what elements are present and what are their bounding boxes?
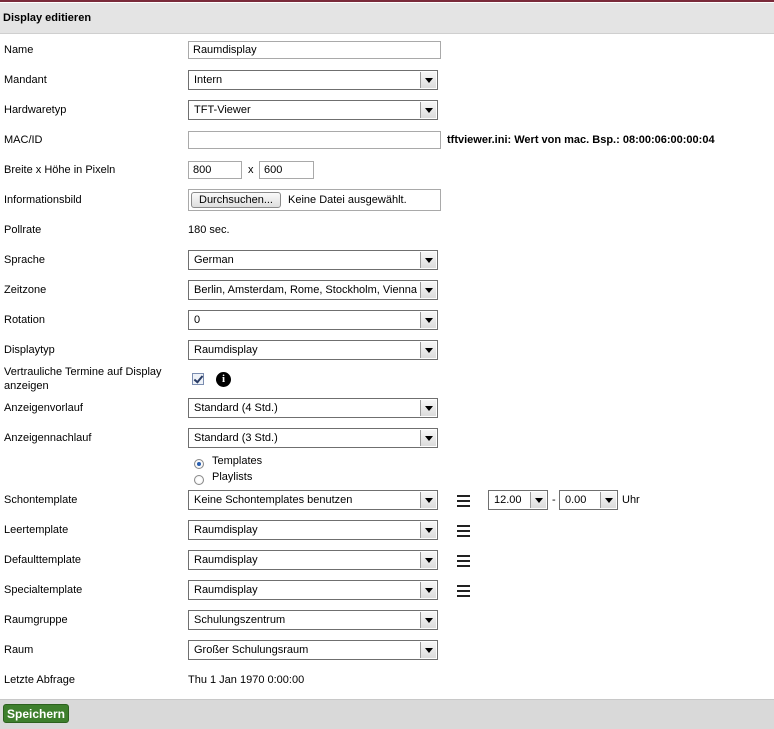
info-image-label: Informationsbild bbox=[4, 194, 82, 206]
mac-label: MAC/ID bbox=[4, 134, 43, 146]
specialtemplate-label: Specialtemplate bbox=[4, 584, 83, 596]
anzeigenvorlauf-select[interactable]: Standard (4 Std.) bbox=[188, 398, 438, 418]
schontemplate-value: Keine Schontemplates benutzen bbox=[194, 494, 353, 506]
browse-button[interactable]: Durchsuchen... bbox=[191, 192, 281, 208]
anzeigenvorlauf-label: Anzeigenvorlauf bbox=[4, 402, 83, 414]
raumgruppe-label: Raumgruppe bbox=[4, 614, 68, 626]
anzeigennachlauf-value: Standard (3 Std.) bbox=[194, 432, 278, 444]
schontemplate-to-select[interactable]: 0.00 bbox=[559, 490, 618, 510]
schontemplate-label: Schontemplate bbox=[4, 494, 78, 506]
file-input: Durchsuchen... Keine Datei ausgewählt. bbox=[188, 189, 441, 211]
pollrate-value: 180 sec. bbox=[188, 224, 230, 236]
specialtemplate-select[interactable]: Raumdisplay bbox=[188, 580, 438, 600]
list-icon[interactable] bbox=[457, 525, 470, 537]
panel-header: Display editieren bbox=[0, 3, 774, 34]
letzte-abfrage-value: Thu 1 Jan 1970 0:00:00 bbox=[188, 674, 305, 686]
time-range-dash: - bbox=[552, 494, 556, 506]
leertemplate-select[interactable]: Raumdisplay bbox=[188, 520, 438, 540]
schontemplate-from-value: 12.00 bbox=[494, 494, 522, 506]
radio-playlists-label: Playlists bbox=[212, 471, 253, 483]
chevron-down-icon bbox=[420, 522, 436, 538]
anzeigenvorlauf-value: Standard (4 Std.) bbox=[194, 402, 278, 414]
sprache-select[interactable]: German bbox=[188, 250, 438, 270]
chevron-down-icon bbox=[420, 312, 436, 328]
hardwaretyp-value: TFT-Viewer bbox=[194, 104, 251, 116]
mac-hint: tftviewer.ini: Wert von mac. Bsp.: 08:00… bbox=[447, 134, 715, 146]
sprache-value: German bbox=[194, 254, 234, 266]
chevron-down-icon bbox=[420, 582, 436, 598]
sprache-label: Sprache bbox=[4, 254, 45, 266]
pollrate-label: Pollrate bbox=[4, 224, 42, 236]
hardwaretyp-select[interactable]: TFT-Viewer bbox=[188, 100, 438, 120]
zeitzone-value: Berlin, Amsterdam, Rome, Stockholm, Vien… bbox=[194, 284, 417, 296]
zeitzone-label: Zeitzone bbox=[4, 284, 47, 296]
save-button[interactable]: Speichern bbox=[3, 704, 69, 723]
raumgruppe-value: Schulungszentrum bbox=[194, 614, 286, 626]
list-icon[interactable] bbox=[457, 585, 470, 597]
chevron-down-icon bbox=[420, 552, 436, 568]
mac-input[interactable] bbox=[188, 131, 441, 149]
leertemplate-value: Raumdisplay bbox=[194, 524, 258, 536]
chevron-down-icon bbox=[420, 72, 436, 88]
chevron-down-icon bbox=[420, 342, 436, 358]
schontemplate-select[interactable]: Keine Schontemplates benutzen bbox=[188, 490, 438, 510]
raum-select[interactable]: Großer Schulungsraum bbox=[188, 640, 438, 660]
chevron-down-icon bbox=[600, 492, 616, 508]
displaytyp-select[interactable]: Raumdisplay bbox=[188, 340, 438, 360]
form-footer: Speichern bbox=[0, 699, 774, 729]
chevron-down-icon bbox=[420, 642, 436, 658]
vertraulich-label-line2: anzeigen bbox=[4, 380, 49, 392]
chevron-down-icon bbox=[420, 282, 436, 298]
defaulttemplate-label: Defaulttemplate bbox=[4, 554, 82, 566]
vertraulich-checkbox[interactable] bbox=[192, 373, 204, 385]
time-unit: Uhr bbox=[622, 494, 640, 506]
vertraulich-label-line1: Vertrauliche Termine auf Display bbox=[4, 366, 162, 378]
info-icon[interactable]: i bbox=[216, 372, 231, 387]
displaytyp-value: Raumdisplay bbox=[194, 344, 258, 356]
raum-label: Raum bbox=[4, 644, 34, 656]
radio-templates[interactable] bbox=[194, 459, 204, 469]
mandant-select[interactable]: Intern bbox=[188, 70, 438, 90]
width-input[interactable] bbox=[188, 161, 242, 179]
radio-playlists[interactable] bbox=[194, 475, 204, 485]
size-label: Breite x Höhe in Pixeln bbox=[4, 164, 116, 176]
letzte-abfrage-label: Letzte Abfrage bbox=[4, 674, 75, 686]
specialtemplate-value: Raumdisplay bbox=[194, 584, 258, 596]
mandant-label: Mandant bbox=[4, 74, 47, 86]
chevron-down-icon bbox=[420, 400, 436, 416]
schontemplate-to-value: 0.00 bbox=[565, 494, 587, 506]
radio-templates-label: Templates bbox=[212, 455, 263, 467]
chevron-down-icon bbox=[420, 252, 436, 268]
chevron-down-icon bbox=[420, 612, 436, 628]
defaulttemplate-select[interactable]: Raumdisplay bbox=[188, 550, 438, 570]
height-input[interactable] bbox=[259, 161, 314, 179]
rotation-value: 0 bbox=[194, 314, 201, 326]
file-status: Keine Datei ausgewählt. bbox=[288, 194, 407, 206]
top-accent-line bbox=[0, 0, 774, 2]
chevron-down-icon bbox=[420, 102, 436, 118]
defaulttemplate-value: Raumdisplay bbox=[194, 554, 258, 566]
rotation-select[interactable]: 0 bbox=[188, 310, 438, 330]
leertemplate-label: Leertemplate bbox=[4, 524, 69, 536]
raumgruppe-select[interactable]: Schulungszentrum bbox=[188, 610, 438, 630]
raum-value: Großer Schulungsraum bbox=[194, 644, 309, 656]
name-label: Name bbox=[4, 44, 34, 56]
hardwaretyp-label: Hardwaretyp bbox=[4, 104, 67, 116]
schontemplate-from-select[interactable]: 12.00 bbox=[488, 490, 548, 510]
name-input[interactable] bbox=[188, 41, 441, 59]
list-icon[interactable] bbox=[457, 555, 470, 567]
anzeigennachlauf-label: Anzeigennachlauf bbox=[4, 432, 92, 444]
chevron-down-icon bbox=[420, 430, 436, 446]
chevron-down-icon bbox=[420, 492, 436, 508]
zeitzone-select[interactable]: Berlin, Amsterdam, Rome, Stockholm, Vien… bbox=[188, 280, 438, 300]
size-separator: x bbox=[248, 164, 254, 176]
mandant-value: Intern bbox=[194, 74, 223, 86]
rotation-label: Rotation bbox=[4, 314, 45, 326]
page-title: Display editieren bbox=[3, 12, 92, 24]
displaytyp-label: Displaytyp bbox=[4, 344, 55, 356]
chevron-down-icon bbox=[530, 492, 546, 508]
list-icon[interactable] bbox=[457, 495, 470, 507]
anzeigennachlauf-select[interactable]: Standard (3 Std.) bbox=[188, 428, 438, 448]
